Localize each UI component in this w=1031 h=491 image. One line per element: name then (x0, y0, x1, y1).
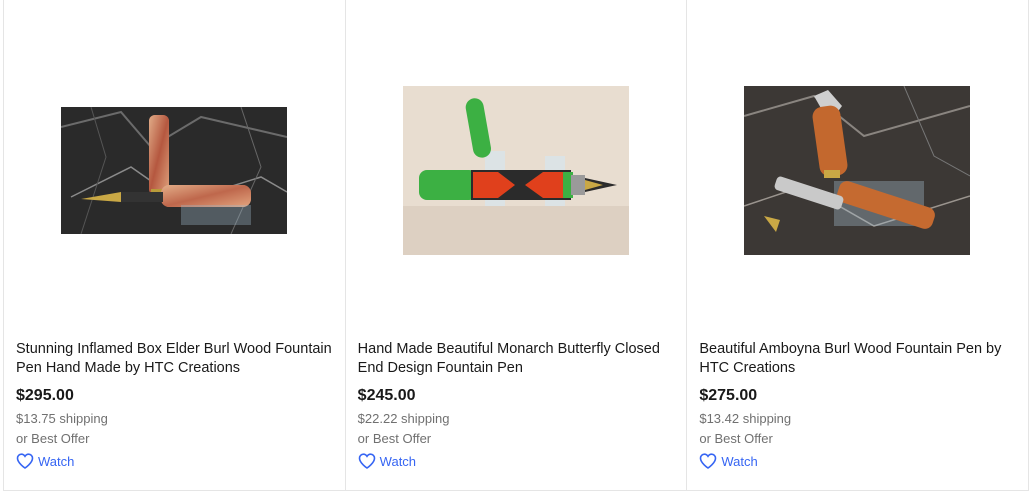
listing-image[interactable] (61, 107, 287, 234)
listing-card[interactable]: Hand Made Beautiful Monarch Butterfly Cl… (345, 0, 688, 491)
listing-shipping: $13.75 shipping (16, 411, 108, 426)
listing-card[interactable]: Beautiful Amboyna Burl Wood Fountain Pen… (687, 0, 1030, 491)
listing-best-offer: or Best Offer (357, 431, 432, 446)
watch-button[interactable]: Watch (699, 453, 758, 469)
listing-price: $245.00 (357, 387, 416, 404)
amboyna-burl-pen-photo (744, 86, 971, 255)
listing-image[interactable] (402, 86, 629, 255)
listing-grid: Stunning Inflamed Box Elder Burl Wood Fo… (3, 0, 1030, 491)
heart-icon (700, 453, 717, 469)
listing-title[interactable]: Stunning Inflamed Box Elder Burl Wood Fo… (16, 340, 336, 378)
listing-shipping: $22.22 shipping (357, 411, 450, 426)
listing-title[interactable]: Hand Made Beautiful Monarch Butterfly Cl… (358, 340, 678, 378)
box-elder-burl-pen-photo (61, 107, 287, 234)
heart-icon (16, 453, 34, 469)
watch-label: Watch (38, 453, 75, 469)
heart-icon (358, 453, 375, 469)
listing-best-offer: or Best Offer (699, 431, 773, 446)
listing-card[interactable]: Stunning Inflamed Box Elder Burl Wood Fo… (4, 0, 346, 491)
watch-label: Watch (379, 453, 417, 469)
listing-price: $275.00 (699, 387, 758, 404)
listing-image-area[interactable] (687, 0, 1028, 330)
watch-button[interactable]: Watch (16, 453, 74, 469)
listing-shipping: $13.42 shipping (699, 411, 792, 426)
watch-label: Watch (721, 453, 758, 469)
listing-image-area[interactable] (346, 0, 687, 330)
watch-button[interactable]: Watch (358, 453, 416, 469)
listing-price: $295.00 (16, 387, 74, 404)
monarch-butterfly-pen-photo (402, 86, 629, 255)
listing-best-offer: or Best Offer (16, 431, 90, 446)
listing-title[interactable]: Beautiful Amboyna Burl Wood Fountain Pen… (699, 340, 1019, 378)
listing-image[interactable] (744, 86, 971, 255)
listing-image-area[interactable] (4, 0, 345, 330)
